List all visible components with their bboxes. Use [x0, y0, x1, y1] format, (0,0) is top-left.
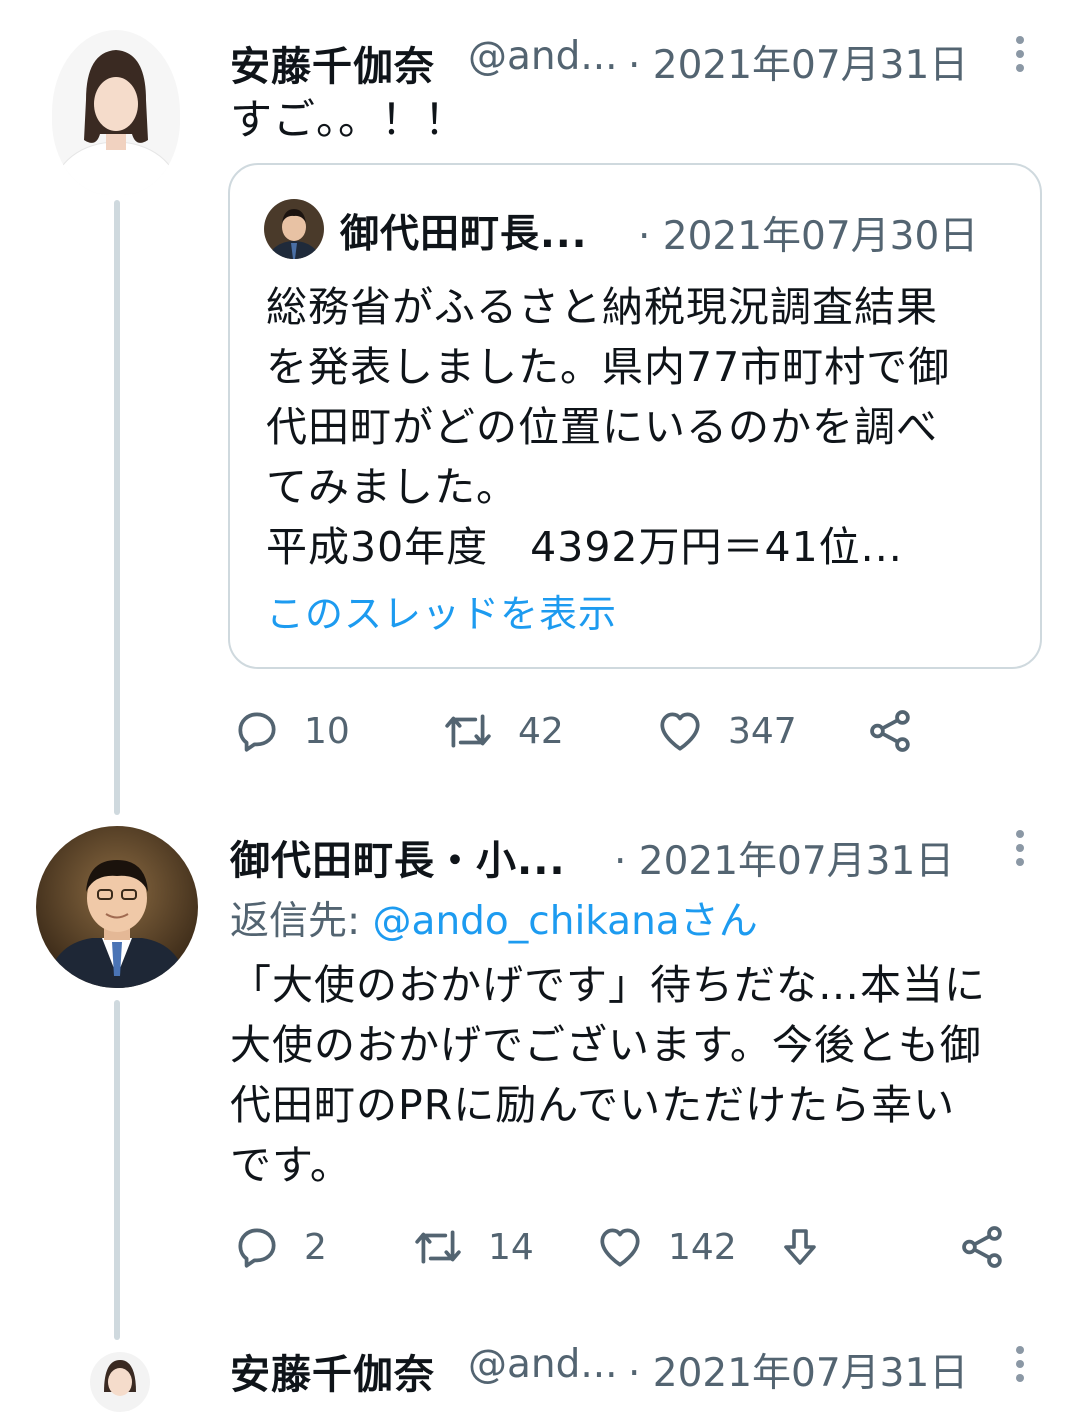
- vote-down-button[interactable]: [776, 1222, 824, 1272]
- like-count: 347: [728, 710, 797, 752]
- avatar[interactable]: [90, 1352, 150, 1412]
- quoted-tweet-text: 総務省がふるさと納税現況調査結果 を発表しました。県内77市町村で御 代田町がど…: [266, 283, 951, 571]
- quoted-tweet-date: · 2021年07月30日: [638, 214, 979, 259]
- tweet-text: すご。。！！: [230, 95, 468, 144]
- share-button[interactable]: [866, 706, 916, 756]
- thread-line: [114, 200, 120, 815]
- avatar[interactable]: [36, 826, 198, 988]
- quoted-author-name: 御代田町長...: [340, 212, 588, 257]
- author-handle[interactable]: @and...: [468, 34, 618, 79]
- down-arrow-icon: [784, 1229, 816, 1265]
- more-options-icon[interactable]: [1016, 1346, 1024, 1388]
- tweet-text: 「大使のおかげです」待ちだな…本当に 大使のおかげでございます。今後とも御 代田…: [230, 961, 986, 1189]
- retweet-button[interactable]: 42: [440, 706, 564, 756]
- author-name[interactable]: 安藤千伽奈: [230, 34, 435, 92]
- tweet-date[interactable]: · 2021年07月31日: [614, 830, 954, 886]
- author-name[interactable]: 御代田町長・小...: [230, 828, 566, 886]
- share-icon: [962, 1226, 1002, 1268]
- share-icon: [870, 710, 910, 752]
- heart-icon: [600, 1228, 640, 1267]
- reply-icon: [238, 712, 276, 752]
- more-options-icon[interactable]: [1016, 830, 1024, 872]
- share-button[interactable]: [958, 1222, 1008, 1272]
- reply-button[interactable]: 2: [232, 1222, 327, 1272]
- more-options-icon[interactable]: [1016, 36, 1024, 78]
- heart-icon: [660, 712, 700, 751]
- thread-line: [114, 1000, 120, 1340]
- reply-button[interactable]: 10: [232, 706, 350, 756]
- reply-to-mention[interactable]: @ando_chikanaさん: [373, 899, 758, 944]
- retweet-count: 42: [518, 710, 564, 752]
- reply-count: 10: [304, 710, 350, 752]
- like-count: 142: [668, 1226, 737, 1268]
- retweet-count: 14: [488, 1226, 534, 1268]
- reply-count: 2: [304, 1226, 327, 1268]
- retweet-button[interactable]: 14: [410, 1222, 534, 1272]
- retweet-icon: [415, 1230, 461, 1264]
- retweet-icon: [445, 714, 491, 748]
- reply-to-line: 返信先: @ando_chikanaさん: [230, 899, 758, 944]
- reply-icon: [238, 1228, 276, 1268]
- author-handle[interactable]: @and...: [468, 1342, 618, 1387]
- avatar[interactable]: [52, 30, 180, 195]
- quoted-tweet-card[interactable]: 御代田町長... · 2021年07月30日 総務省がふるさと納税現況調査結果 …: [228, 163, 1042, 669]
- like-button[interactable]: 347: [654, 706, 797, 756]
- tweet-date[interactable]: · 2021年07月31日: [628, 34, 968, 90]
- show-thread-link[interactable]: このスレッドを表示: [266, 583, 617, 638]
- avatar: [264, 199, 324, 259]
- author-name[interactable]: 安藤千伽奈: [230, 1342, 435, 1400]
- tweet-date[interactable]: · 2021年07月31日: [628, 1342, 968, 1398]
- like-button[interactable]: 142: [594, 1222, 737, 1272]
